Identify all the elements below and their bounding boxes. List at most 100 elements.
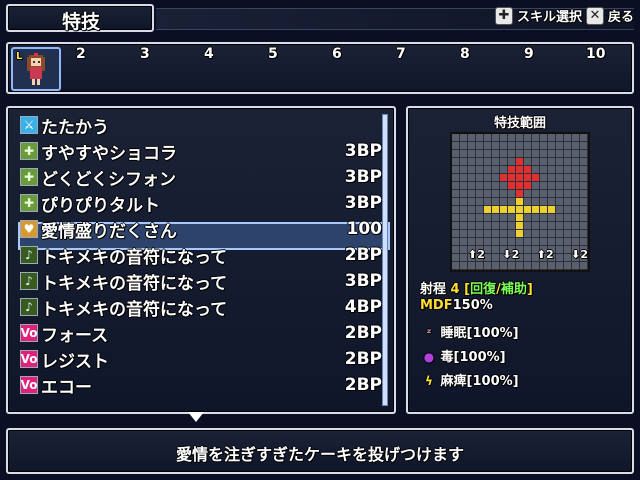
range-cell (484, 198, 491, 205)
range-cell (476, 190, 483, 197)
range-cell (580, 158, 587, 165)
skill-row[interactable]: ♪ トキメキの音符になって 2BP (20, 242, 382, 268)
party-slot-9[interactable]: 9 (524, 46, 534, 62)
skill-row[interactable]: ✚ すやすやショコラ 3BP (20, 138, 382, 164)
range-cell (508, 206, 515, 213)
skill-row[interactable]: Vo レジスト 2BP (20, 346, 382, 372)
range-cell (500, 190, 507, 197)
range-cell (540, 134, 547, 141)
scrollbar[interactable] (382, 114, 388, 406)
range-cell (500, 238, 507, 245)
skill-name: トキメキの音符になって (41, 273, 228, 294)
range-cell (452, 182, 459, 189)
range-cell (564, 182, 571, 189)
range-cell (532, 142, 539, 149)
range-cell (460, 230, 467, 237)
party-slot-5[interactable]: 5 (268, 46, 278, 62)
party-slot-6[interactable]: 6 (332, 46, 342, 62)
skill-list: ⚔ たたかう ✚ すやすやショコラ 3BP ✚ どくどくシフォン 3BP ✚ ぴ… (6, 106, 396, 414)
skill-cost: 2BP (344, 349, 382, 369)
range-cell (540, 238, 547, 245)
poison-icon: ● (423, 350, 435, 364)
skill-row[interactable]: ✚ ぴりぴりタルト 3BP (20, 190, 382, 216)
range-cell (548, 174, 555, 181)
range-cell (476, 158, 483, 165)
range-cell (540, 182, 547, 189)
party-slot-active[interactable]: L (11, 47, 61, 91)
range-cell (580, 174, 587, 181)
sleep-icon: ᶻ (426, 326, 432, 340)
skill-row[interactable]: ✚ どくどくシフォン 3BP (20, 164, 382, 190)
buff-up-icon: ⬆ (536, 248, 546, 261)
party-slot-2[interactable]: 2 (76, 46, 86, 62)
hint-back[interactable]: 戻る (608, 6, 634, 25)
party-slot-4[interactable]: 4 (204, 46, 214, 62)
effect-sleep: ᶻ 睡眠[100%] (422, 322, 518, 341)
vo-icon: Vo (20, 376, 38, 394)
range-cell (460, 166, 467, 173)
range-cell (468, 174, 475, 181)
range-cell (492, 174, 499, 181)
range-cell (540, 142, 547, 149)
range-cell (492, 222, 499, 229)
range-cell (492, 166, 499, 173)
range-cell (460, 262, 467, 269)
skill-cost: 3BP (344, 141, 382, 161)
range-cell (548, 214, 555, 221)
range-cell (508, 166, 515, 173)
range-cell (580, 142, 587, 149)
skill-row[interactable]: Vo エコー 2BP (20, 372, 382, 398)
cancel-button-icon: ✕ (585, 6, 604, 25)
party-slot-3[interactable]: 3 (140, 46, 150, 62)
range-cell (524, 238, 531, 245)
skill-row[interactable]: Vo フォース 2BP (20, 320, 382, 346)
range-cell (556, 206, 563, 213)
range-cell (564, 198, 571, 205)
music-note-icon: ♪ (20, 272, 38, 290)
range-stat: 射程 4 [回復/補助] (420, 282, 533, 297)
skill-row[interactable]: ♪ トキメキの音符になって 3BP (20, 268, 382, 294)
scroll-down-arrow-icon[interactable] (188, 412, 204, 422)
range-cell (484, 238, 491, 245)
skill-row-selected[interactable]: ♥ 愛情盛りだくさん 100 (20, 216, 382, 242)
hint-skill-select[interactable]: スキル選択 (517, 6, 582, 25)
skill-row[interactable]: ♪ トキメキの音符になって 4BP (20, 294, 382, 320)
range-cell (572, 238, 579, 245)
range-cell (452, 254, 459, 261)
skill-name: たたかう (41, 117, 109, 138)
party-slot-8[interactable]: 8 (460, 46, 470, 62)
buff-indicator: ⬇2 (571, 248, 588, 261)
skill-row-attack[interactable]: ⚔ たたかう (20, 112, 382, 138)
range-cell (508, 174, 515, 181)
skill-cost: 100 (346, 219, 383, 239)
range-cell (476, 198, 483, 205)
range-cell (516, 214, 523, 221)
range-cell (524, 134, 531, 141)
party-slot-7[interactable]: 7 (396, 46, 406, 62)
range-cell (516, 174, 523, 181)
range-cell (556, 166, 563, 173)
range-cell (508, 142, 515, 149)
range-cell (556, 150, 563, 157)
range-cell (484, 222, 491, 229)
range-cell (460, 174, 467, 181)
range-cell (460, 150, 467, 157)
range-cell (532, 158, 539, 165)
range-cell (572, 166, 579, 173)
range-cell (452, 158, 459, 165)
range-cell (540, 190, 547, 197)
range-cell (548, 166, 555, 173)
party-slot-10[interactable]: 10 (586, 46, 605, 62)
range-cell (484, 150, 491, 157)
range-cell (532, 198, 539, 205)
range-cell (492, 190, 499, 197)
skill-name: エコー (41, 377, 92, 398)
range-cell (492, 230, 499, 237)
range-cell (476, 174, 483, 181)
effect-paralysis: ϟ 麻痺[100%] (422, 370, 519, 389)
range-cell (556, 158, 563, 165)
range-cell (572, 206, 579, 213)
range-cell (524, 206, 531, 213)
range-cell (532, 166, 539, 173)
range-cell (564, 222, 571, 229)
